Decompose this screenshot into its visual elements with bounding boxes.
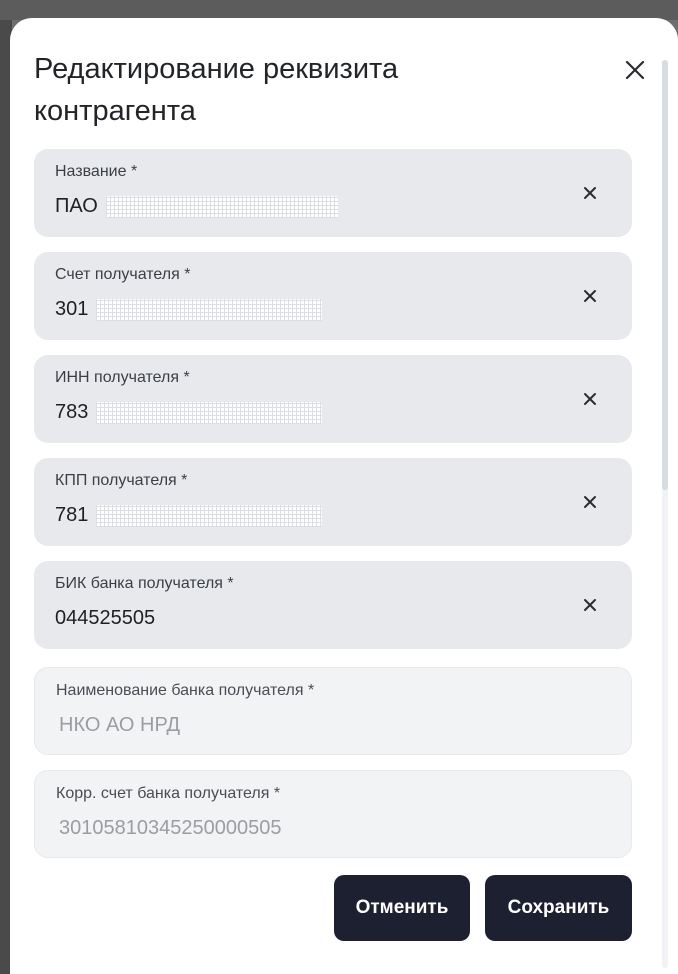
field-kpp-masked — [96, 504, 323, 527]
field-inn-value[interactable]: 783 — [55, 401, 323, 424]
field-inn-label: ИНН получателя * — [55, 369, 190, 386]
backdrop-top — [0, 0, 678, 20]
field-name-clear-button[interactable] — [578, 181, 602, 205]
field-inn[interactable]: ИНН получателя * 783 — [34, 355, 632, 443]
field-corr-account: Корр. счет банка получателя * 3010581034… — [34, 770, 632, 858]
clear-icon — [584, 290, 596, 302]
field-kpp-value-text: 781 — [55, 504, 89, 526]
scrollbar-thumb[interactable] — [662, 60, 668, 490]
field-kpp-clear-button[interactable] — [578, 490, 602, 514]
field-account-value[interactable]: 301 — [55, 298, 323, 321]
field-name-value[interactable]: ПАО — [55, 195, 338, 218]
field-bank-name: Наименование банка получателя * НКО АО Н… — [34, 667, 632, 755]
field-bik-value[interactable]: 044525505 — [55, 607, 155, 630]
field-account-masked — [96, 298, 323, 321]
field-kpp-value[interactable]: 781 — [55, 504, 323, 527]
field-name-masked — [105, 195, 338, 218]
close-icon — [625, 60, 645, 80]
cancel-button[interactable]: Отменить — [334, 875, 470, 941]
field-name-label: Название * — [55, 163, 138, 180]
field-account-clear-button[interactable] — [578, 284, 602, 308]
field-name-value-text: ПАО — [55, 195, 98, 217]
field-inn-value-text: 783 — [55, 401, 89, 423]
field-bank-name-value: НКО АО НРД — [59, 714, 180, 736]
field-kpp-label: КПП получателя * — [55, 472, 188, 489]
field-inn-masked — [96, 401, 323, 424]
modal-title: Редактирование реквизита контрагента — [34, 53, 399, 127]
field-account[interactable]: Счет получателя * 301 — [34, 252, 632, 340]
field-name[interactable]: Название * ПАО — [34, 149, 632, 237]
clear-icon — [584, 393, 596, 405]
field-bik[interactable]: БИК банка получателя * 044525505 — [34, 561, 632, 649]
scrollbar-track[interactable] — [662, 60, 668, 968]
field-bank-name-label: Наименование банка получателя * — [56, 682, 315, 699]
field-bik-label: БИК банка получателя * — [55, 575, 234, 592]
field-corr-account-label: Корр. счет банка получателя * — [56, 785, 281, 802]
field-account-value-text: 301 — [55, 298, 89, 320]
field-account-label: Счет получателя * — [55, 266, 191, 283]
close-modal-button[interactable] — [620, 55, 650, 85]
field-kpp[interactable]: КПП получателя * 781 — [34, 458, 632, 546]
field-inn-clear-button[interactable] — [578, 387, 602, 411]
field-bik-clear-button[interactable] — [578, 593, 602, 617]
clear-icon — [584, 599, 596, 611]
save-button[interactable]: Сохранить — [485, 875, 632, 941]
clear-icon — [584, 187, 596, 199]
field-corr-account-value: 30105810345250000505 — [59, 817, 282, 839]
edit-requisite-modal: Редактирование реквизита контрагента Наз… — [10, 18, 678, 974]
clear-icon — [584, 496, 596, 508]
